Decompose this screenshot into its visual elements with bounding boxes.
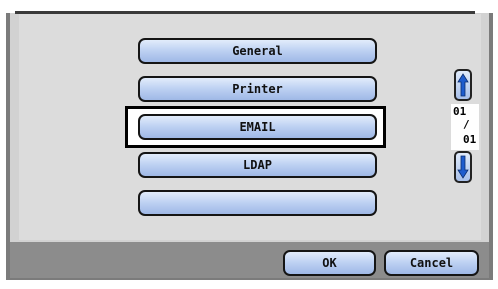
menu-item-label: General bbox=[232, 44, 283, 58]
arrow-up-icon bbox=[457, 73, 469, 97]
scroll-up-button[interactable] bbox=[454, 69, 472, 101]
menu-item-general[interactable]: General bbox=[138, 38, 377, 64]
page-indicator: 01 / 01 bbox=[451, 104, 479, 150]
menu-item-label: Printer bbox=[232, 82, 283, 96]
cancel-button[interactable]: Cancel bbox=[384, 250, 479, 276]
cancel-label: Cancel bbox=[409, 256, 454, 270]
menu-item-printer[interactable]: Printer bbox=[138, 76, 377, 102]
total-pages: 01 bbox=[463, 133, 477, 146]
menu-item-empty[interactable] bbox=[138, 190, 377, 216]
menu-item-label: EMAIL bbox=[239, 120, 276, 134]
ok-label: OK bbox=[322, 256, 337, 270]
menu-item-email[interactable]: EMAIL bbox=[138, 114, 377, 140]
current-page: 01 bbox=[453, 105, 467, 118]
ok-button[interactable]: OK bbox=[283, 250, 376, 276]
scroll-down-button[interactable] bbox=[454, 151, 472, 183]
page-separator: / bbox=[463, 118, 470, 131]
arrow-down-icon bbox=[457, 155, 469, 179]
menu-item-label: LDAP bbox=[243, 158, 272, 172]
menu-item-ldap[interactable]: LDAP bbox=[138, 152, 377, 178]
